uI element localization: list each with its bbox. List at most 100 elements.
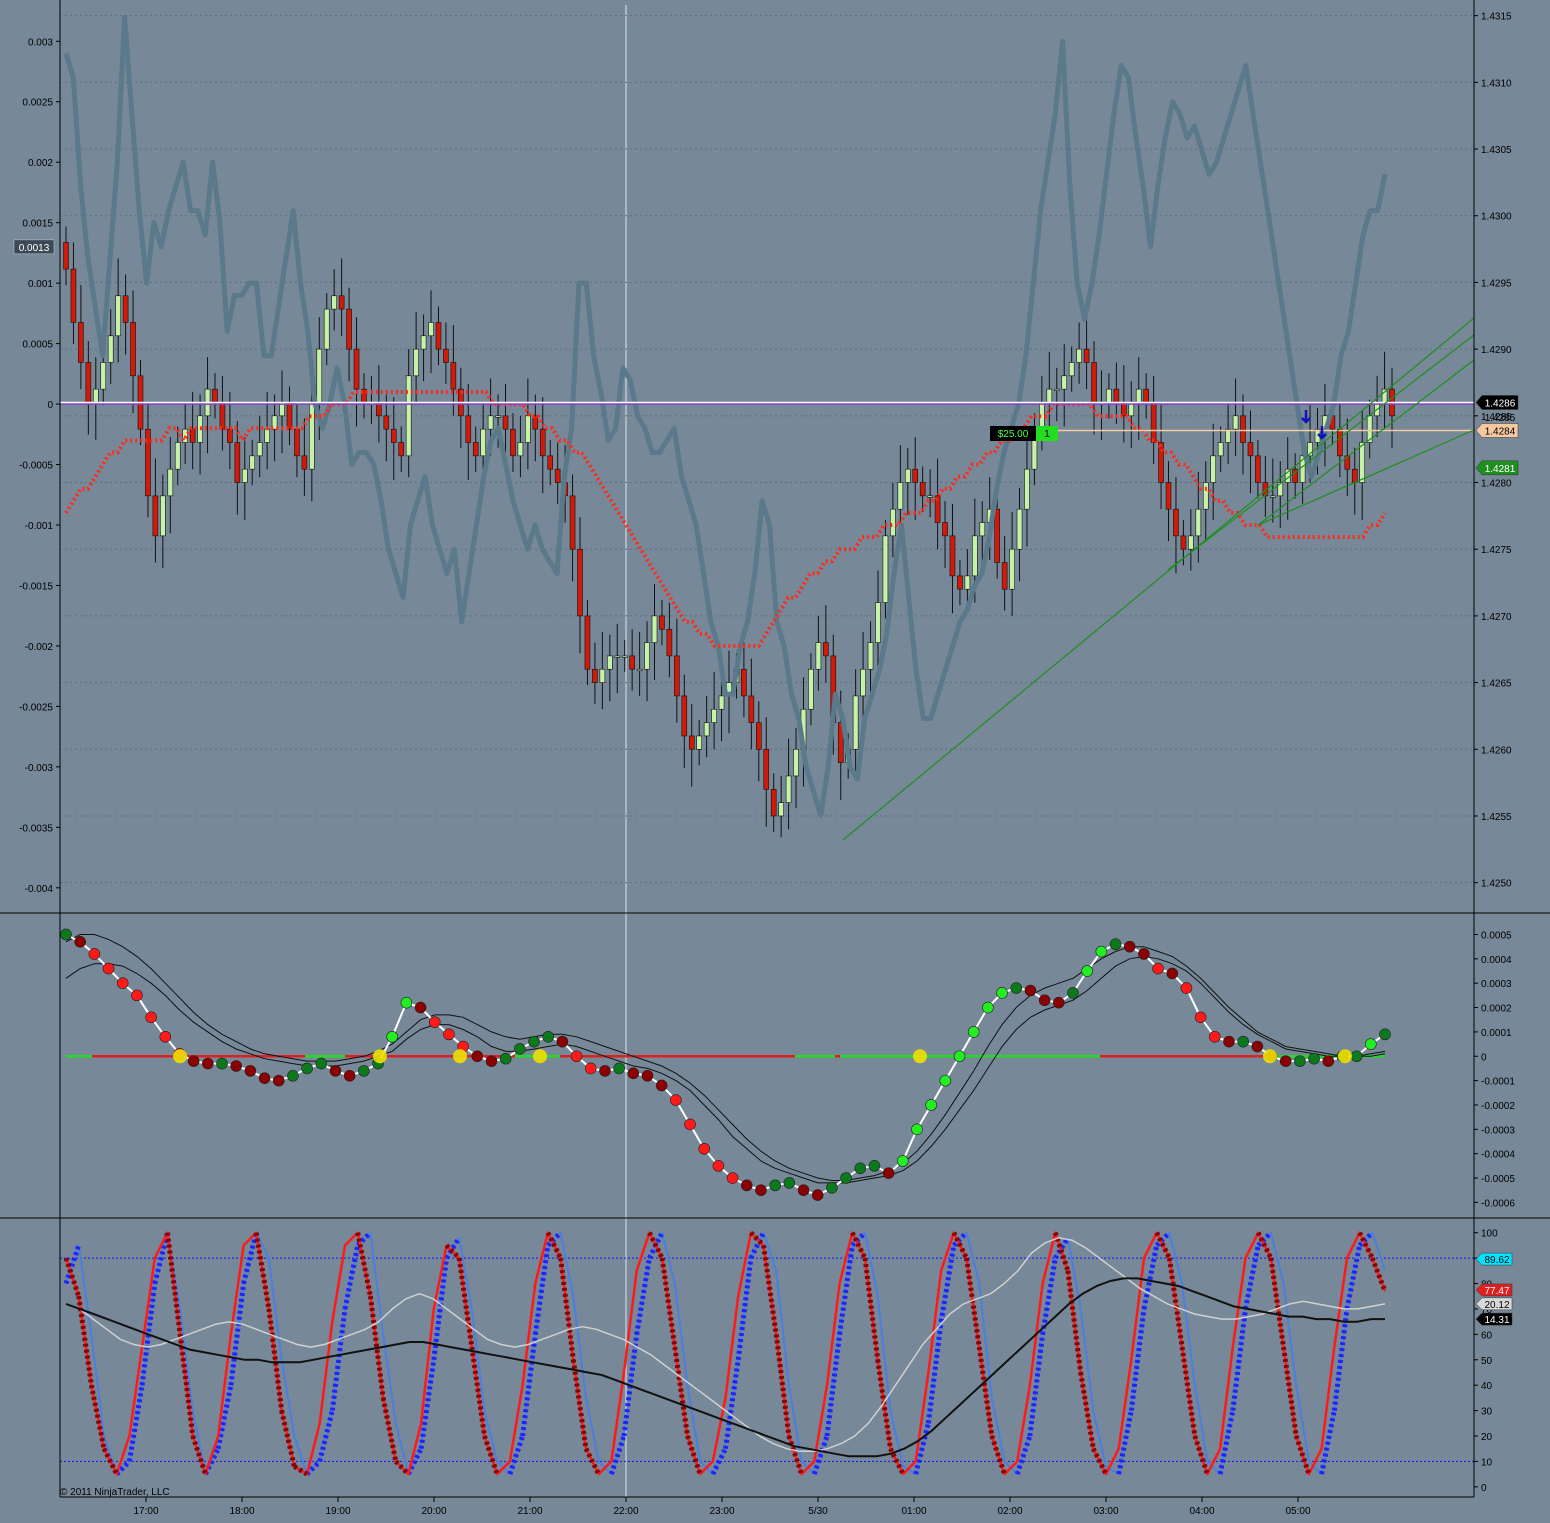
candle-body [301,455,308,470]
y-tick-label: 60 [1481,1330,1493,1341]
candle-body [681,695,688,737]
candle-body [577,548,583,617]
candle-body [890,508,896,537]
oscillator-point [1294,1055,1306,1067]
oscillator-point [1279,1055,1292,1067]
oscillator-point [925,1099,937,1111]
candle-body [346,308,352,350]
oscillator-point [287,1069,299,1082]
oscillator-point [769,1179,781,1192]
candle-body [517,442,524,457]
candle-body [78,322,84,363]
oscillator-point [840,1172,852,1184]
oscillator-point [655,1079,668,1092]
y-tick-label: -0.0003 [1481,1125,1515,1136]
candle-body [413,348,419,377]
y-tick-label: 1.4295 [1481,278,1512,289]
candle-body [1195,508,1202,537]
candle-body [554,468,561,483]
candle-body [1061,375,1068,390]
candle-body [599,668,606,683]
candle-body [1009,548,1015,590]
position-qty: 1 [1044,429,1050,440]
oscillator-point [1251,1040,1264,1053]
oscillator-point [272,1074,285,1087]
oscillator-point [1010,982,1023,994]
y-tick-label: -0.002 [25,642,54,653]
candle-body [405,375,412,457]
x-tick-label: 05:00 [1285,1506,1310,1517]
candle-body [465,415,472,443]
oscillator-point [599,1065,611,1077]
candle-body [1150,402,1157,443]
oscillator-point [358,1065,370,1077]
candle-body [294,428,300,457]
oscillator-point [1166,967,1179,980]
candle-body [1240,415,1246,443]
candle-body [659,615,665,630]
y-tick-label: 1.4305 [1481,145,1512,156]
oscillator-point [882,1167,895,1179]
oscillator-point [343,1069,356,1082]
oscillator-point [258,1072,271,1084]
y-tick-label: 1.4255 [1481,812,1512,823]
candle-body [338,295,345,310]
oscillator-point [145,1011,157,1024]
oscillator-point [102,962,115,975]
candle-body [309,402,315,470]
oscillator-point [159,1030,172,1043]
oscillator-point [911,1123,923,1136]
oscillator-point [684,1118,696,1131]
candle-body [249,455,256,470]
candle-body [331,295,337,310]
oscillator-point [74,935,86,948]
candle-body [592,668,598,683]
y-tick-label: -0.004 [25,884,54,895]
candle-body [1016,508,1023,550]
candle-body [92,388,99,403]
candle-body [420,335,427,350]
copyright-notice: © 2011 NinjaTrader, LLC [60,1487,170,1498]
crossover-marker [913,1049,927,1064]
candle-body [1202,482,1209,510]
chart-svg[interactable]: $25.00 1 1.4315 1.4310 1.4305 1.4300 1.4295 1.… [0,0,1550,1523]
crossover-marker [533,1049,547,1064]
candle-body [1337,428,1343,457]
price-tag-label: 1.4281 [1485,464,1516,475]
y-tick-label: 10 [1481,1457,1493,1468]
y-tick-label: -0.0001 [1481,1077,1515,1088]
candle-body [1188,535,1194,550]
candle-body [160,495,166,537]
candle-body [1232,415,1239,430]
x-tick-label: 23:00 [709,1506,734,1517]
oscillator-point [1152,962,1164,975]
candle-body [525,415,531,443]
candle-body [979,522,986,537]
y-tick-label: 1.4250 [1481,879,1512,890]
oscillator-point [811,1189,824,1201]
candle-body [942,522,948,537]
candle-body [793,748,799,777]
candle-body [1173,508,1179,537]
candle-body [1351,468,1358,483]
y-tick-label: 1.4275 [1481,545,1512,556]
candle-body [897,482,904,510]
candle-body [808,668,814,710]
oscillator-point [1123,940,1136,953]
oscillator-point [514,1043,526,1055]
candle-body [1270,495,1276,498]
oscillator-point [528,1035,540,1048]
x-tick-label: 04:00 [1189,1506,1214,1517]
oscillator-point [670,1094,682,1106]
candle-body [1255,455,1261,483]
candle-body [1158,442,1164,483]
candle-body [852,695,859,750]
oscillator-point [60,928,72,941]
candle-body [264,428,270,443]
candle-body [212,388,218,403]
oscillator-point [1081,965,1093,977]
oscillator-point [499,1052,512,1065]
oscillator-point [726,1172,739,1184]
candle-body [972,535,978,577]
oscillator-point [471,1050,484,1063]
